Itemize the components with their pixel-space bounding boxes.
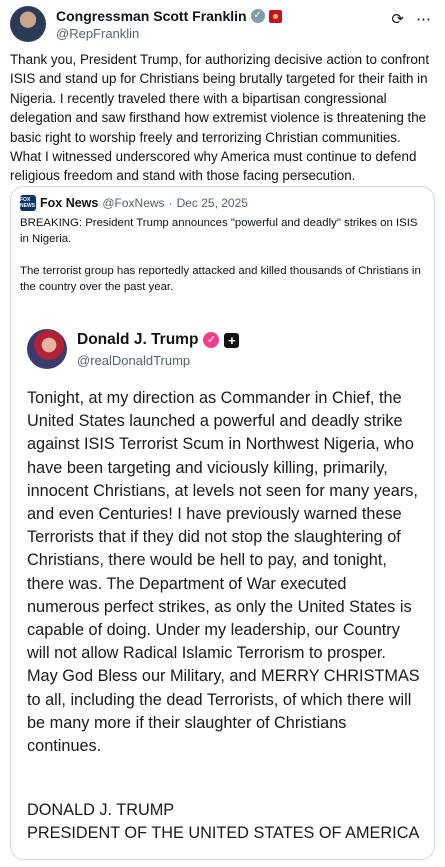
quoted-post-text: BREAKING: President Trump announces "pow…	[20, 215, 422, 311]
author-name-row: Congressman Scott Franklin ✓	[56, 8, 282, 24]
embedded-signature: DONALD J. TRUMP PRESIDENT OF THE UNITED …	[27, 799, 420, 845]
quoted-post[interactable]: FOX NEWS Fox News @FoxNews · Dec 25, 202…	[10, 186, 435, 860]
quoted-paragraph: The terrorist group has reportedly attac…	[20, 264, 421, 294]
header-actions: ⟳ ⋯	[391, 10, 431, 28]
author-name[interactable]: Congressman Scott Franklin	[56, 8, 247, 24]
quoted-post-date: Dec 25, 2025	[176, 196, 248, 210]
quoted-author-handle: @FoxNews	[102, 196, 165, 210]
verified-badge-icon: ✓	[250, 9, 265, 23]
post-text: Thank you, President Trump, for authoriz…	[10, 52, 430, 184]
separator-dot: ·	[168, 196, 173, 210]
more-icon[interactable]: ⋯	[416, 10, 431, 28]
avatar[interactable]	[10, 6, 46, 42]
quoted-author-name: Fox News	[40, 196, 99, 210]
quoted-paragraph: BREAKING: President Trump announces "pow…	[20, 217, 418, 246]
quoted-post-header: FOX NEWS Fox News @FoxNews · Dec 25, 202…	[20, 195, 248, 211]
signature-name: DONALD J. TRUMP	[27, 801, 175, 819]
signature-title: PRESIDENT OF THE UNITED STATES OF AMERIC…	[27, 824, 420, 843]
flag-icon	[268, 9, 282, 23]
embedded-name-row: Donald J. Trump ✓ +	[77, 331, 240, 349]
author-handle[interactable]: @RepFranklin	[56, 26, 139, 41]
plus-icon: +	[224, 332, 240, 348]
grok-icon[interactable]: ⟳	[391, 10, 404, 28]
embedded-post-image: Donald J. Trump ✓ + @realDonaldTrump Ton…	[25, 321, 420, 851]
post-header: Congressman Scott Franklin ✓ @RepFrankli…	[10, 6, 435, 42]
verified-badge-icon: ✓	[203, 332, 220, 348]
embedded-post-text: Tonight, at my direction as Commander in…	[27, 389, 420, 756]
embedded-author-handle: @realDonaldTrump	[77, 353, 191, 368]
embedded-author-name: Donald J. Trump	[77, 331, 199, 348]
fox-news-logo: FOX NEWS	[20, 195, 36, 211]
embedded-avatar	[27, 329, 67, 369]
